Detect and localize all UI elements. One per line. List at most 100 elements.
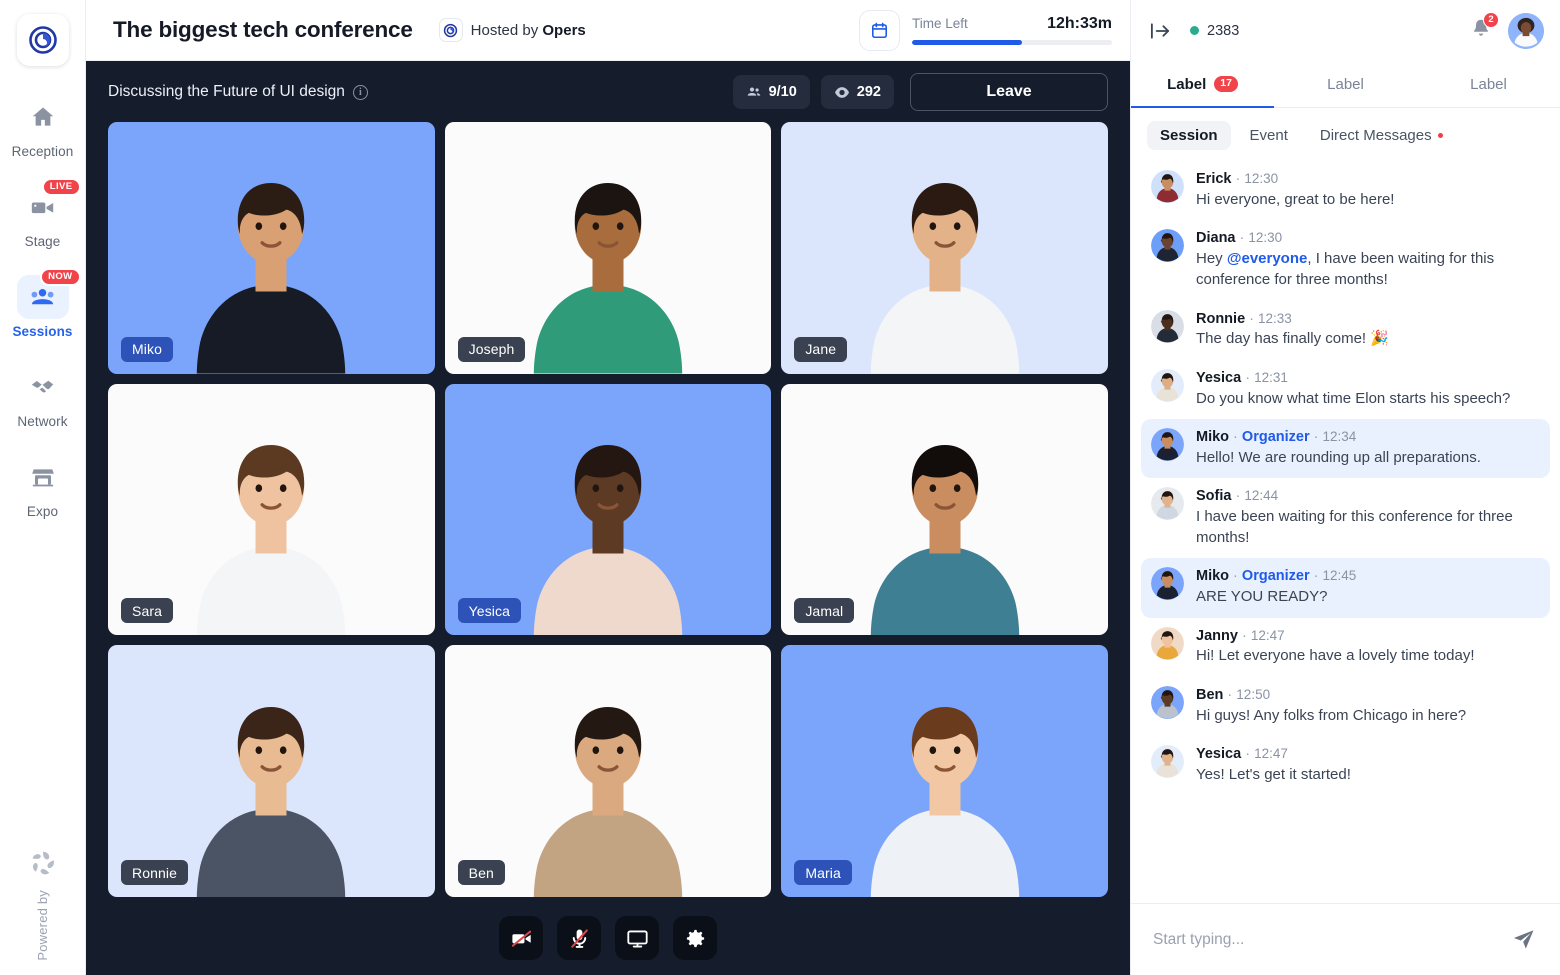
- chat-message[interactable]: Ben · 12:50 Hi guys! Any folks from Chic…: [1141, 677, 1550, 736]
- session-bar: Discussing the Future of UI design i 9/1…: [108, 61, 1108, 119]
- message-avatar[interactable]: [1151, 487, 1184, 520]
- message-timestamp: 12:33: [1258, 311, 1292, 326]
- share-screen-button[interactable]: [615, 916, 659, 960]
- tab-text: Label: [1470, 76, 1507, 93]
- chat-filter-session[interactable]: Session: [1147, 121, 1231, 150]
- avatar[interactable]: [1508, 13, 1544, 49]
- info-circle-icon[interactable]: i: [353, 85, 368, 100]
- stage-live-badge: LIVE: [42, 178, 81, 196]
- chat-message[interactable]: Diana · 12:30 Hey @everyone, I have been…: [1141, 220, 1550, 300]
- message-avatar-image: [1151, 369, 1184, 402]
- rail-footer: Powered by: [0, 848, 85, 961]
- separator: ·: [1241, 370, 1254, 386]
- leave-button[interactable]: Leave: [910, 73, 1108, 111]
- calendar-button[interactable]: [860, 11, 899, 50]
- message-body: Diana · 12:30 Hey @everyone, I have been…: [1196, 229, 1540, 290]
- send-message-button[interactable]: [1507, 923, 1540, 956]
- message-header: Sofia · 12:44: [1196, 488, 1278, 504]
- message-text: The day has finally come! 🎉: [1196, 328, 1540, 349]
- message-avatar[interactable]: [1151, 428, 1184, 461]
- message-avatar-image: [1151, 229, 1184, 262]
- capacity-indicator[interactable]: 9/10: [733, 75, 810, 109]
- chat-message[interactable]: Miko · Organizer · 12:45 ARE YOU READY?: [1141, 558, 1550, 617]
- separator: ·: [1236, 230, 1249, 246]
- message-avatar-image: [1151, 310, 1184, 343]
- message-avatar-image: [1151, 745, 1184, 778]
- message-timestamp: 12:50: [1236, 687, 1270, 702]
- user-avatar-image: [1508, 13, 1544, 49]
- settings-button[interactable]: [673, 916, 717, 960]
- chat-message[interactable]: Miko · Organizer · 12:34 Hello! We are r…: [1141, 419, 1550, 478]
- message-timestamp: 12:47: [1254, 746, 1288, 761]
- powered-by-label: Powered by: [35, 890, 50, 961]
- chat-message-list[interactable]: Erick · 12:30 Hi everyone, great to be h…: [1131, 159, 1560, 903]
- participant-name-badge: Yesica: [458, 598, 521, 623]
- message-author-name: Yesica: [1196, 746, 1241, 762]
- message-author-name: Miko: [1196, 429, 1229, 445]
- message-avatar[interactable]: [1151, 745, 1184, 778]
- participant-tile[interactable]: Jamal: [781, 384, 1108, 636]
- participant-tile[interactable]: Joseph: [445, 122, 772, 374]
- sidebar-item-expo[interactable]: Expo: [0, 448, 85, 528]
- message-avatar[interactable]: [1151, 369, 1184, 402]
- message-input[interactable]: [1153, 931, 1497, 949]
- chat-filter-event[interactable]: Event: [1237, 121, 1301, 150]
- chat-message[interactable]: Yesica · 12:31 Do you know what time Elo…: [1141, 360, 1550, 419]
- message-body: Erick · 12:30 Hi everyone, great to be h…: [1196, 170, 1540, 210]
- sidebar-item-reception[interactable]: Reception: [0, 88, 85, 168]
- message-timestamp: 12:31: [1254, 370, 1288, 385]
- tab-label-3[interactable]: Label: [1417, 61, 1560, 107]
- participant-tile[interactable]: Maria: [781, 645, 1108, 897]
- tab-label-1[interactable]: Label17: [1131, 61, 1274, 107]
- sidebar-label: Sessions: [12, 324, 72, 339]
- participant-tile[interactable]: Miko: [108, 122, 435, 374]
- participant-tile[interactable]: Yesica: [445, 384, 772, 636]
- chat-filter-direct-messages[interactable]: Direct Messages: [1307, 121, 1456, 150]
- message-avatar[interactable]: [1151, 627, 1184, 660]
- camera-off-button[interactable]: [499, 916, 543, 960]
- message-avatar[interactable]: [1151, 686, 1184, 719]
- message-text: Do you know what time Elon starts his sp…: [1196, 388, 1540, 409]
- separator: ·: [1241, 746, 1254, 762]
- participant-tile[interactable]: Ronnie: [108, 645, 435, 897]
- sidebar-item-sessions[interactable]: NOW Sessions: [0, 268, 85, 348]
- participant-name-badge: Maria: [794, 860, 852, 885]
- chat-message[interactable]: Yesica · 12:47 Yes! Let's get it started…: [1141, 736, 1550, 795]
- message-avatar-image: [1151, 170, 1184, 203]
- online-count: 2383: [1207, 23, 1239, 39]
- chat-message[interactable]: Janny · 12:47 Hi! Let everyone have a lo…: [1141, 618, 1550, 677]
- message-avatar[interactable]: [1151, 567, 1184, 600]
- notification-count-badge: 2: [1483, 12, 1499, 28]
- handshake-icon: [29, 374, 56, 401]
- chat-message[interactable]: Ronnie · 12:33 The day has finally come!…: [1141, 301, 1550, 360]
- tab-count-badge: 17: [1214, 76, 1238, 92]
- message-avatar[interactable]: [1151, 310, 1184, 343]
- participant-tile[interactable]: Ben: [445, 645, 772, 897]
- timer-value: 12h:33m: [1047, 15, 1112, 33]
- participant-tile[interactable]: Sara: [108, 384, 435, 636]
- sidebar-item-stage[interactable]: LIVE Stage: [0, 178, 85, 258]
- message-avatar[interactable]: [1151, 170, 1184, 203]
- tab-label-2[interactable]: Label: [1274, 61, 1417, 107]
- message-header: Miko · Organizer · 12:34: [1196, 429, 1356, 445]
- network-icon-wrap: [17, 365, 69, 409]
- participant-tile[interactable]: Jane: [781, 122, 1108, 374]
- notifications-button[interactable]: 2: [1470, 17, 1492, 45]
- views-indicator[interactable]: 292: [821, 75, 894, 109]
- separator: ·: [1229, 568, 1242, 584]
- chat-message[interactable]: Sofia · 12:44 I have been waiting for th…: [1141, 478, 1550, 558]
- app-logo[interactable]: [17, 14, 69, 66]
- message-text: Hello! We are rounding up all preparatio…: [1196, 447, 1540, 468]
- chat-message[interactable]: Erick · 12:30 Hi everyone, great to be h…: [1141, 161, 1550, 220]
- mention-link[interactable]: @everyone: [1227, 250, 1308, 267]
- separator: ·: [1310, 568, 1323, 584]
- message-header: Yesica · 12:31: [1196, 370, 1288, 386]
- session-title: Discussing the Future of UI design: [108, 83, 345, 101]
- message-text: Hi guys! Any folks from Chicago in here?: [1196, 705, 1540, 726]
- sidebar-item-network[interactable]: Network: [0, 358, 85, 438]
- participant-video-grid: Miko Joseph Jane Sara Yesica: [108, 119, 1108, 901]
- online-status-dot: [1190, 26, 1199, 35]
- mic-off-button[interactable]: [557, 916, 601, 960]
- message-avatar[interactable]: [1151, 229, 1184, 262]
- collapse-panel-icon[interactable]: [1149, 21, 1172, 41]
